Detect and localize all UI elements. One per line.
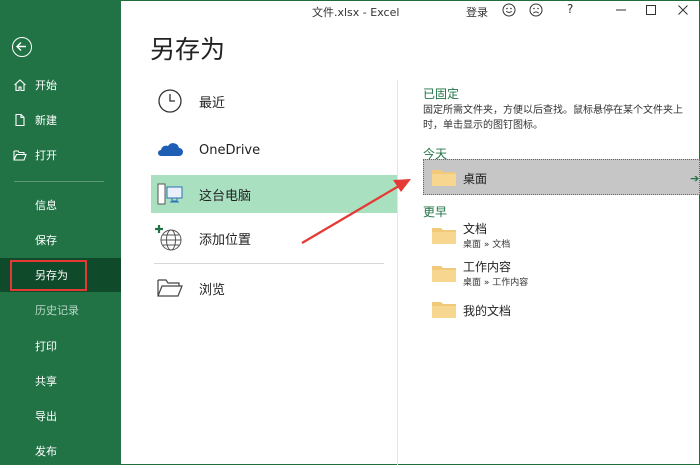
annotation-arrow [301,179,411,244]
